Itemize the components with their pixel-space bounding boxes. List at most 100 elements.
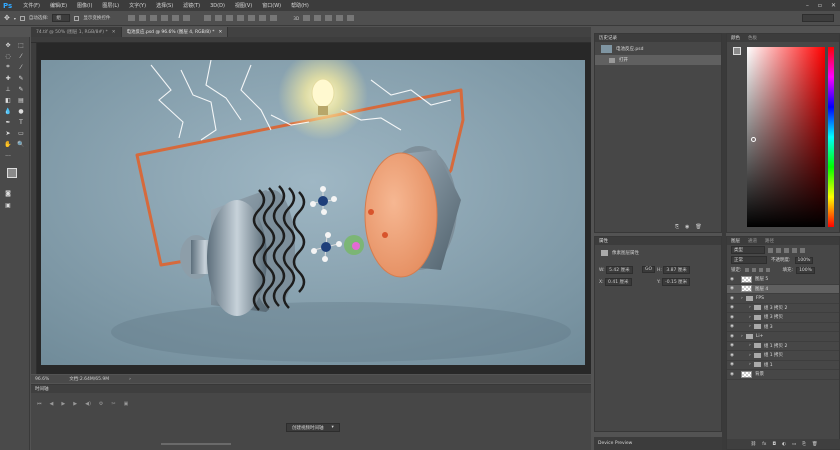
show-transform-checkbox[interactable]: [74, 15, 80, 21]
move-tool-icon[interactable]: ✥: [4, 14, 10, 22]
color-fg-bg-icon[interactable]: [733, 47, 741, 55]
visibility-eye-icon[interactable]: ◉: [727, 353, 737, 358]
timeline-zoom-slider[interactable]: [161, 443, 231, 445]
menu-filter[interactable]: 滤镜(T): [178, 2, 205, 9]
tab-layers[interactable]: 图层: [731, 238, 740, 244]
menu-image[interactable]: 图像(I): [72, 2, 97, 9]
zoom-tool-icon[interactable]: 🔍: [17, 140, 25, 148]
distribute-vcenter-icon[interactable]: [215, 15, 223, 21]
layer-group-row[interactable]: ◉ › FPS: [727, 294, 839, 304]
path-select-tool-icon[interactable]: ➤: [4, 129, 12, 137]
layer-name[interactable]: Li+: [756, 334, 764, 339]
transition-icon[interactable]: ▣: [124, 401, 129, 407]
tab-document-1[interactable]: 74.tif @ 50% (图层 1, RGB/8#) * ✕: [31, 27, 122, 37]
history-brush-tool-icon[interactable]: ✎: [17, 85, 25, 93]
layer-group-row[interactable]: ◉ › 组 1 拷贝: [727, 351, 839, 361]
layer-group-row[interactable]: ◉ › 组 3 拷贝 2: [727, 304, 839, 313]
align-hcenter-icon[interactable]: [172, 15, 180, 21]
layer-name[interactable]: 组 1 拷贝: [764, 352, 783, 358]
chevron-right-icon[interactable]: ›: [749, 315, 751, 320]
visibility-eye-icon[interactable]: ◉: [727, 324, 737, 329]
align-top-icon[interactable]: [128, 15, 136, 21]
close-icon[interactable]: ✕: [112, 30, 116, 35]
first-frame-icon[interactable]: ⏮: [37, 401, 42, 407]
menu-type[interactable]: 文字(Y): [124, 2, 151, 9]
menu-edit[interactable]: 编辑(E): [45, 2, 72, 9]
layer-style-icon[interactable]: fx: [762, 442, 766, 447]
trash-icon[interactable]: 🗑: [695, 224, 701, 230]
hand-tool-icon[interactable]: ✋: [4, 140, 12, 148]
quick-select-tool-icon[interactable]: ⁄: [17, 52, 25, 60]
horizontal-ruler[interactable]: [31, 37, 591, 43]
device-preview-tab[interactable]: Device Preview: [594, 437, 722, 450]
lasso-tool-icon[interactable]: ◌: [4, 52, 12, 60]
filter-smart-icon[interactable]: [800, 247, 805, 253]
foreground-color-swatch[interactable]: [7, 168, 17, 178]
eraser-tool-icon[interactable]: ◧: [4, 96, 12, 104]
visibility-eye-icon[interactable]: ◉: [727, 277, 737, 282]
pen-tool-icon[interactable]: ✒: [4, 118, 12, 126]
add-mask-icon[interactable]: ◘: [772, 442, 776, 447]
visibility-eye-icon[interactable]: ◉: [727, 343, 737, 348]
layer-name[interactable]: 组 1 拷贝 2: [764, 343, 788, 349]
menu-3d[interactable]: 3D(D): [205, 3, 230, 9]
chevron-right-icon[interactable]: ›: [741, 296, 743, 301]
more-tools-icon[interactable]: ···: [4, 152, 12, 160]
tab-color[interactable]: 颜色: [731, 35, 740, 41]
y-input[interactable]: -0.15 厘米: [662, 278, 691, 286]
play-icon[interactable]: ▶: [61, 401, 65, 407]
brush-tool-icon[interactable]: ✎: [17, 74, 25, 82]
screen-mode-icon[interactable]: ▣: [4, 201, 12, 209]
layer-row[interactable]: ◉ 图层 4: [727, 284, 839, 294]
camera-icon[interactable]: ◉: [685, 224, 689, 230]
chevron-down-icon[interactable]: ▾: [332, 425, 334, 430]
blend-mode-dropdown[interactable]: 正常: [731, 256, 767, 264]
auto-align-icon[interactable]: [270, 15, 278, 21]
distribute-bottom-icon[interactable]: [226, 15, 234, 21]
layer-name[interactable]: 图层 5: [755, 276, 768, 282]
3d-roll-icon[interactable]: [314, 15, 322, 21]
tool-preset-dropdown-icon[interactable]: ▾: [14, 16, 16, 21]
3d-scale-icon[interactable]: [347, 15, 355, 21]
zoom-level[interactable]: 96.6%: [35, 377, 49, 382]
properties-title[interactable]: 属性: [599, 238, 608, 244]
adjustment-layer-icon[interactable]: ◐: [782, 442, 786, 447]
close-icon[interactable]: ✕: [831, 2, 836, 9]
create-video-timeline-button[interactable]: 创建视频时间轴 ▾: [286, 423, 340, 432]
3d-pan-icon[interactable]: [325, 15, 333, 21]
menu-view[interactable]: 视图(V): [230, 2, 257, 9]
move-tool-icon[interactable]: ✥: [4, 41, 12, 49]
visibility-eye-icon[interactable]: ◉: [727, 296, 737, 301]
visibility-eye-icon[interactable]: ◉: [727, 372, 737, 377]
workspace-switcher[interactable]: [802, 14, 834, 22]
link-layers-icon[interactable]: ⛓: [750, 442, 756, 447]
lock-position-icon[interactable]: [758, 268, 763, 272]
link-button[interactable]: GO: [642, 266, 656, 273]
lock-pixels-icon[interactable]: [751, 268, 756, 272]
layer-row[interactable]: ◉ 背景: [727, 370, 839, 380]
filter-type-icon[interactable]: [784, 247, 789, 253]
clone-stamp-tool-icon[interactable]: ⊥: [4, 85, 12, 93]
visibility-eye-icon[interactable]: ◉: [727, 315, 737, 320]
history-snapshot[interactable]: 电池反应.psd: [595, 42, 721, 55]
prev-frame-icon[interactable]: ◀: [50, 401, 54, 407]
dodge-tool-icon[interactable]: ●: [17, 107, 25, 115]
maximize-icon[interactable]: ▫: [818, 2, 822, 9]
height-input[interactable]: 3.87 厘米: [663, 266, 690, 274]
layer-name[interactable]: 组 1: [764, 362, 773, 368]
lock-transparency-icon[interactable]: [744, 268, 749, 272]
visibility-eye-icon[interactable]: ◉: [727, 305, 737, 310]
distribute-hcenter-icon[interactable]: [248, 15, 256, 21]
auto-select-dropdown[interactable]: 组: [52, 14, 71, 22]
layer-group-row[interactable]: ◉ › 组 3: [727, 323, 839, 332]
chevron-right-icon[interactable]: ›: [749, 353, 751, 358]
filter-adjust-icon[interactable]: [776, 247, 781, 253]
menu-help[interactable]: 帮助(H): [286, 2, 314, 9]
layer-group-row[interactable]: ◉ › 组 3 拷贝: [727, 313, 839, 323]
chevron-right-icon[interactable]: ›: [749, 362, 751, 367]
hue-slider[interactable]: [828, 47, 834, 227]
tab-document-2[interactable]: 电池反应.psd @ 96.6% (图层 4, RGB/8) * ✕: [121, 27, 229, 37]
gradient-tool-icon[interactable]: ▤: [17, 96, 25, 104]
visibility-eye-icon[interactable]: ◉: [727, 286, 737, 291]
layer-name[interactable]: FPS: [756, 296, 764, 301]
